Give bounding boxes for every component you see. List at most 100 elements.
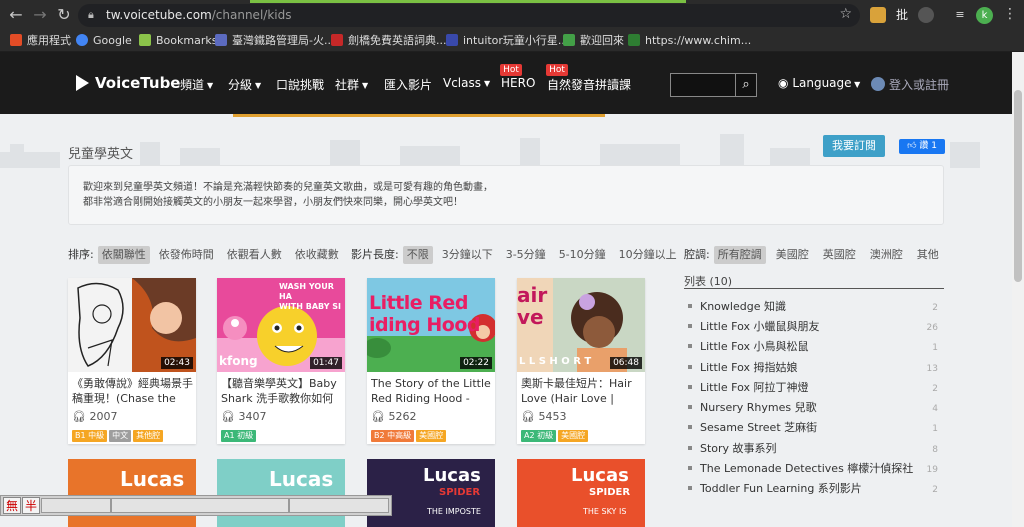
ime-candidate-area[interactable] [111,498,289,513]
nav-levels[interactable]: 分級 ▼ [228,76,261,93]
caret-down-icon: ▼ [255,81,262,90]
forward-icon[interactable]: → [31,6,49,24]
facebook-like-button[interactable]: 👍︎ 讚 1 [899,139,945,154]
bookmark-railway[interactable]: 臺灣鐵路管理局-火... [215,33,334,49]
nav-phonics-course[interactable]: 自然發音拼讀課 [547,76,631,93]
playlist-item[interactable]: Toddler Fun Learning 系列影片 2 [688,482,940,496]
video-title[interactable]: 奧斯卡最佳短片：Hair Love (Hair Love | [521,376,643,406]
video-title[interactable]: The Story of the Little Red Riding Hood … [371,376,493,406]
accent-tag[interactable]: 美國腔 [558,430,589,442]
search-icon[interactable]: ⌕ [735,73,757,97]
page-scrollbar[interactable] [1012,52,1024,527]
length-under-3[interactable]: 3分鐘以下 [438,246,497,264]
bookmark-chim[interactable]: https://www.chim... [628,33,751,49]
video-tags: B1 中級 中文 其他腔 [72,427,165,442]
length-any[interactable]: 不限 [402,246,433,264]
language-selector[interactable]: ◉ Language ▼ [778,76,860,90]
nav-speaking-challenge[interactable]: 口說挑戰 [276,76,324,93]
menu-kebab-icon[interactable]: ⋮ [1003,6,1017,22]
scrollbar-thumb[interactable] [1014,90,1022,282]
length-3-5[interactable]: 3-5分鐘 [502,246,550,264]
bookmark-cambridge[interactable]: 劍橋免費英語詞典... [331,33,447,49]
ime-composition-area[interactable] [41,498,111,513]
video-card[interactable]: WASH YOUR HA WITH BABY SI kfong 01:47 【聽音… [217,278,345,444]
playlist-item[interactable]: Nursery Rhymes 兒歌 4 [688,401,940,415]
playlist-item[interactable]: Little Fox 拇指姑娘 13 [688,361,940,375]
video-card[interactable]: Little Red iding Hood 02:22 The Story of … [367,278,495,444]
sort-favorites[interactable]: 依收藏數 [291,246,343,264]
ime-width-key[interactable]: 半 [22,497,40,514]
accent-tag[interactable]: 美國腔 [416,430,447,442]
cambridge-icon [331,34,343,46]
nav-community[interactable]: 社群 ▼ [335,76,368,93]
browser-titlebar: ← → ↻ 🔒︎ tw.voicetube.com/channel/kids ☆… [0,0,1024,30]
video-thumbnail[interactable]: 02:43 [68,278,196,372]
subscribe-button[interactable]: 我要訂閱 [823,135,885,157]
video-thumbnail[interactable]: Lucas SPIDER THE IMPOSTE [367,459,495,527]
extension-chat-icon[interactable] [918,7,934,23]
extension-icon[interactable] [870,7,886,23]
bookmark-bookmarks[interactable]: Bookmarks [139,33,217,49]
bookmark-welcome[interactable]: 歡迎回來 [563,33,624,49]
playlist-item[interactable]: Sesame Street 芝麻街 1 [688,421,940,435]
sort-date[interactable]: 依發佈時間 [155,246,218,264]
level-tag[interactable]: A2 初級 [521,430,557,442]
video-thumbnail[interactable]: Lucas SPIDER THE SKY IS [517,459,645,527]
thumbnail-caption-sub: SPIDER [439,487,481,498]
sort-views[interactable]: 依觀看人數 [223,246,286,264]
bookmark-apps[interactable]: 應用程式 [10,33,71,49]
voicetube-logo[interactable]: VoiceTube [76,72,180,94]
level-tag[interactable]: B1 中級 [72,430,108,442]
video-thumbnail[interactable]: Little Red iding Hood 02:22 [367,278,495,372]
accent-other[interactable]: 其他 [913,246,943,264]
reading-list-icon[interactable]: ≡ [952,7,968,23]
back-icon[interactable]: ← [7,6,25,24]
video-thumbnail[interactable]: Lucas [217,459,345,527]
playlist-item[interactable]: Story 故事系列 8 [688,442,940,456]
nav-import-video[interactable]: 匯入影片 [384,76,432,93]
bookmark-star-icon[interactable]: ☆ [839,6,852,22]
headphones-icon: 🎧︎ [221,410,235,423]
playlist-item[interactable]: Knowledge 知識 2 [688,300,940,314]
accent-filters: 腔調: 所有腔調 美國腔 英國腔 澳洲腔 其他 [684,246,949,264]
accent-au[interactable]: 澳洲腔 [866,246,907,264]
video-title[interactable]: 《勇敢傳說》經典場景手稿重現！(Chase the Sky [72,376,194,406]
bookmark-google[interactable]: Google [76,33,132,49]
reload-icon[interactable]: ↻ [55,6,73,24]
search-input[interactable] [670,73,736,97]
nav-vclass[interactable]: Vclass ▼ [443,76,490,90]
caret-down-icon: ▼ [362,81,369,90]
video-thumbnail[interactable]: WASH YOUR HA WITH BABY SI kfong 01:47 [217,278,345,372]
level-tag[interactable]: B2 中高級 [371,430,415,442]
address-bar[interactable]: 🔒︎ tw.voicetube.com/channel/kids ☆ [78,4,860,27]
video-title[interactable]: 【聽音樂學英文】Baby Shark 洗手歌教你如何正 [221,376,343,406]
video-card[interactable]: 02:43 《勇敢傳說》經典場景手稿重現！(Chase the Sky 🎧︎ 2… [68,278,196,444]
nav-channels[interactable]: 頻道 ▼ [180,76,213,93]
ime-status-area[interactable] [289,498,389,513]
profile-avatar[interactable]: k [976,7,993,24]
extension-pi-icon[interactable]: 批 [894,7,910,23]
video-tags: A1 初級 [221,427,258,442]
length-5-10[interactable]: 5-10分鐘 [555,246,610,264]
video-thumbnail[interactable]: Lucas [68,459,196,527]
sort-filters: 排序: 依關聯性 依發佈時間 依觀看人數 依收藏數 [68,246,348,264]
playlist-item[interactable]: Little Fox 小鳥與松鼠 1 [688,340,940,354]
playlist-item[interactable]: Little Fox 小蠟鼠與朋友 26 [688,320,940,334]
playlist-item[interactable]: Little Fox 阿拉丁神燈 2 [688,381,940,395]
accent-tag[interactable]: 其他腔 [133,430,164,442]
level-tag[interactable]: A1 初級 [221,430,257,442]
playlist-item[interactable]: The Lemonade Detectives 檸檬汁偵探社 19 [688,462,940,476]
accent-us[interactable]: 美國腔 [772,246,813,264]
accent-all[interactable]: 所有腔調 [713,246,766,264]
video-card[interactable]: air ve L L S H O R T 06:48 奧斯卡最佳短片：Hair L… [517,278,645,444]
sort-relevance[interactable]: 依關聯性 [97,246,150,264]
railway-icon [215,34,227,46]
accent-uk[interactable]: 英國腔 [819,246,860,264]
nav-hero[interactable]: HERO [501,76,535,90]
ime-mode-key[interactable]: 無 [3,497,21,514]
bookmark-intuitor[interactable]: intuitor玩童小行星... [446,33,568,49]
login-link[interactable]: 登入或註冊 [871,76,949,93]
video-thumbnail[interactable]: air ve L L S H O R T 06:48 [517,278,645,372]
length-over-10[interactable]: 10分鐘以上 [615,246,681,264]
subtitle-tag[interactable]: 中文 [109,430,132,442]
